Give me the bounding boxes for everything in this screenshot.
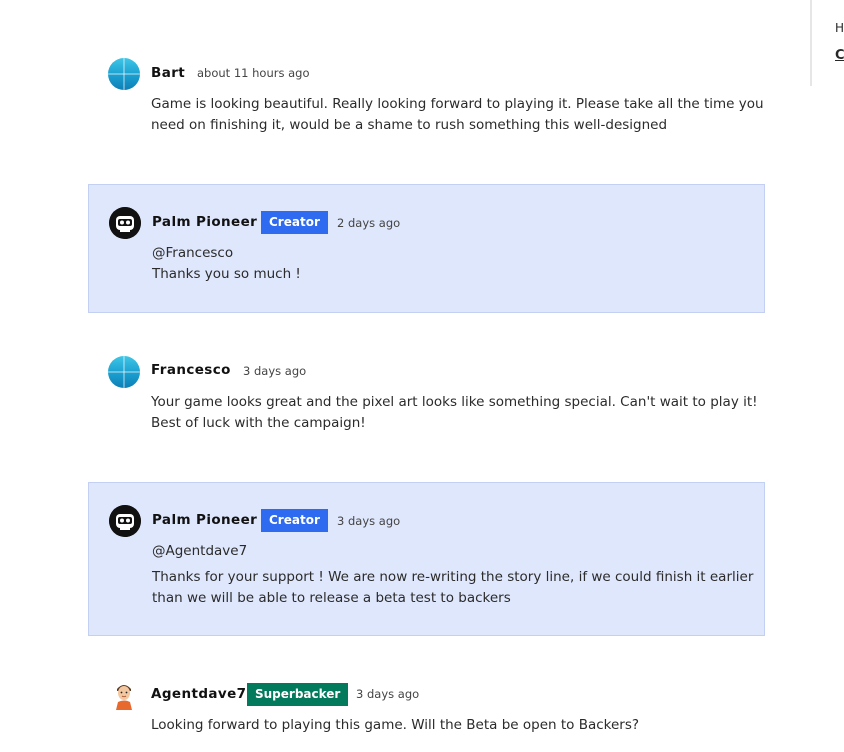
avatar[interactable] [108,356,140,388]
comment-time: 2 days ago [337,216,401,230]
comment-line: Thanks for your support ! We are now re-… [152,569,754,585]
right-rail: Ha C [810,0,844,86]
comment-mention[interactable]: @Agentdave7 [152,541,752,562]
comment-time: 3 days ago [243,364,307,378]
comment-body: @Francesco Thanks you so much ! [152,243,752,285]
comment-author[interactable]: Palm Pioneer [152,512,257,528]
avatar[interactable] [110,680,138,710]
comment-author[interactable]: Agentdave7 [151,686,246,702]
person-avatar-icon [110,680,138,710]
creator-badge: Creator [261,509,328,532]
avatar[interactable] [108,58,140,90]
comment-body: Game is looking beautiful. Really lookin… [151,94,764,136]
robot-icon [109,207,141,239]
comment-line: Looking forward to playing this game. Wi… [151,717,640,733]
superbacker-badge: Superbacker [247,683,349,706]
avatar[interactable] [109,505,141,537]
comment-line: Best of luck with the campaign! [151,415,366,431]
comment-body: Thanks for your support ! We are now re-… [152,567,754,609]
rail-text: Ha [835,21,844,35]
comment-author[interactable]: Francesco [151,362,231,378]
comment-author[interactable]: Palm Pioneer [152,214,257,230]
creator-comment: Palm Pioneer Creator 2 days ago @Frances… [88,184,765,313]
comment-time: 3 days ago [356,687,420,701]
creator-badge: Creator [261,211,328,234]
comment-line: @Francesco [152,245,234,261]
avatar[interactable] [109,207,141,239]
comment-time: about 11 hours ago [197,66,310,80]
comment-line: Your game looks great and the pixel art … [151,394,758,410]
comment-line: Thanks you so much ! [152,266,301,282]
comment-body: Your game looks great and the pixel art … [151,392,758,434]
creator-comment: Palm Pioneer Creator 3 days ago @Agentda… [88,482,765,636]
robot-icon [109,505,141,537]
comment: Francesco 3 days ago Your game looks gre… [88,350,765,450]
comment-line: Game is looking beautiful. Really lookin… [151,96,764,112]
comment: Agentdave7 Superbacker 3 days ago Lookin… [88,672,765,752]
comment-time: 3 days ago [337,514,401,528]
rail-link[interactable]: C [835,48,844,63]
comment-line: need on finishing it, would be a shame t… [151,117,668,133]
comment-line: than we will be able to release a beta t… [152,590,511,606]
comment-body: Looking forward to playing this game. Wi… [151,715,751,736]
comment-author[interactable]: Bart [151,65,185,81]
comment: Bart about 11 hours ago Game is looking … [88,50,765,150]
